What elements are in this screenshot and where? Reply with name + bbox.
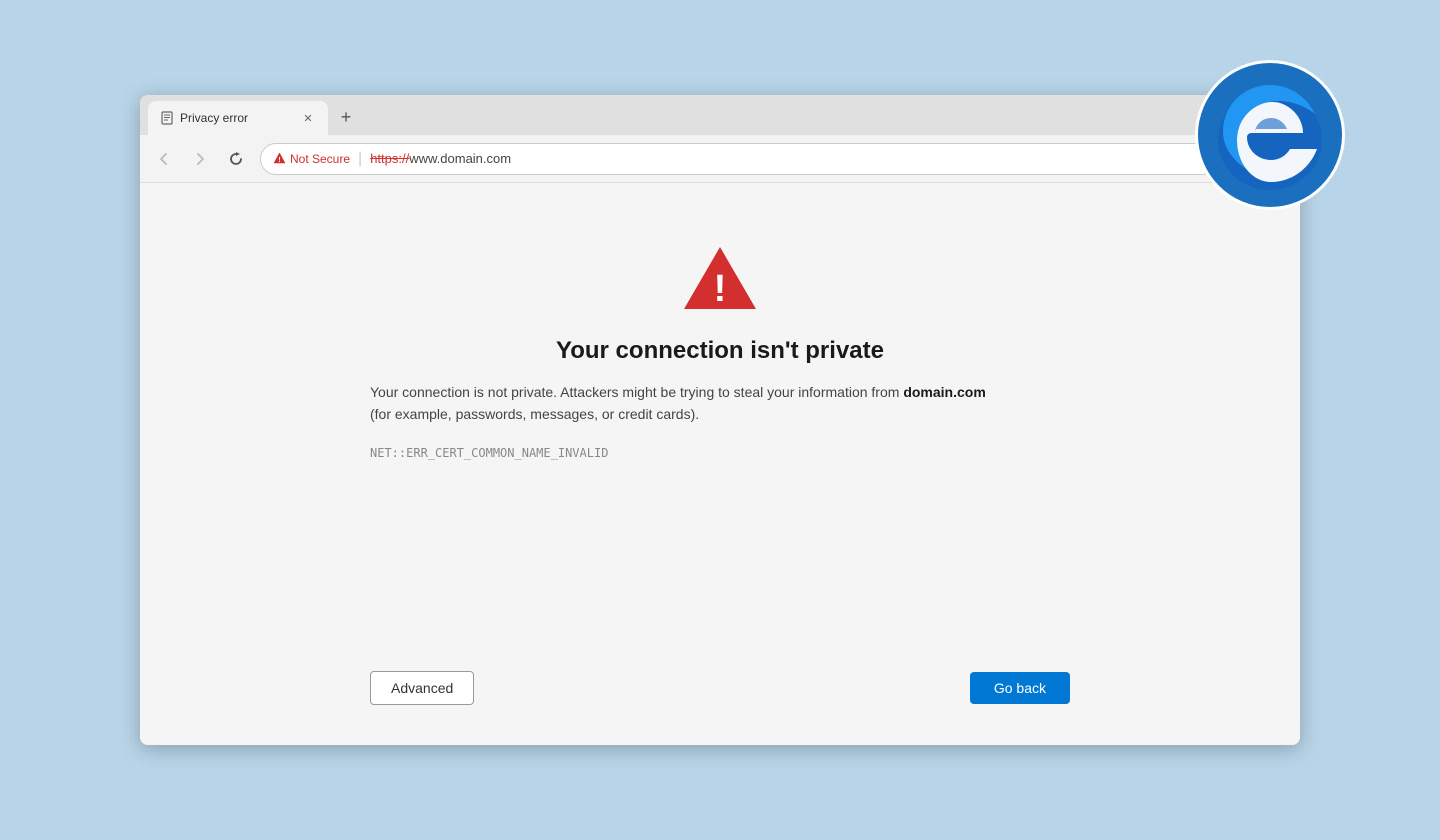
edge-logo bbox=[1195, 60, 1345, 210]
svg-text:!: ! bbox=[278, 157, 280, 164]
active-tab[interactable]: Privacy error ✕ bbox=[148, 101, 328, 135]
warning-icon-small: ! bbox=[273, 152, 286, 165]
url-display: https://www.domain.com bbox=[370, 151, 1205, 166]
address-bar[interactable]: ! Not Secure | https://www.domain.com bbox=[260, 143, 1218, 175]
toolbar: ! Not Secure | https://www.domain.com bbox=[140, 135, 1300, 183]
go-back-button[interactable]: Go back bbox=[970, 672, 1070, 704]
error-description: Your connection is not private. Attacker… bbox=[370, 381, 986, 426]
new-tab-button[interactable]: + bbox=[332, 103, 360, 131]
error-title: Your connection isn't private bbox=[556, 337, 884, 365]
not-secure-label: Not Secure bbox=[290, 152, 350, 166]
reload-button[interactable] bbox=[220, 143, 252, 175]
tab-page-icon bbox=[160, 111, 174, 125]
back-button[interactable] bbox=[148, 143, 180, 175]
browser-window: Privacy error ✕ + ! bbox=[140, 95, 1300, 745]
security-indicator: ! Not Secure bbox=[273, 152, 350, 166]
advanced-button[interactable]: Advanced bbox=[370, 671, 474, 705]
warning-triangle-icon: ! bbox=[680, 243, 760, 313]
svg-text:!: ! bbox=[714, 268, 727, 310]
url-rest: www.domain.com bbox=[409, 151, 511, 166]
error-code: NET::ERR_CERT_COMMON_NAME_INVALID bbox=[370, 446, 608, 460]
error-desc-suffix: (for example, passwords, messages, or cr… bbox=[370, 406, 699, 422]
url-https: https:// bbox=[370, 151, 409, 166]
error-desc-prefix: Your connection is not private. Attacker… bbox=[370, 384, 903, 400]
tab-close-button[interactable]: ✕ bbox=[300, 110, 316, 126]
forward-button[interactable] bbox=[184, 143, 216, 175]
error-domain: domain.com bbox=[903, 384, 985, 400]
error-body: ! Your connection isn't private Your con… bbox=[370, 243, 1070, 460]
buttons-row: Advanced Go back bbox=[370, 651, 1070, 705]
page-content: ! Your connection isn't private Your con… bbox=[140, 183, 1300, 745]
tab-bar: Privacy error ✕ + bbox=[140, 95, 1300, 135]
address-bar-divider: | bbox=[358, 150, 362, 168]
tab-title: Privacy error bbox=[180, 111, 294, 125]
